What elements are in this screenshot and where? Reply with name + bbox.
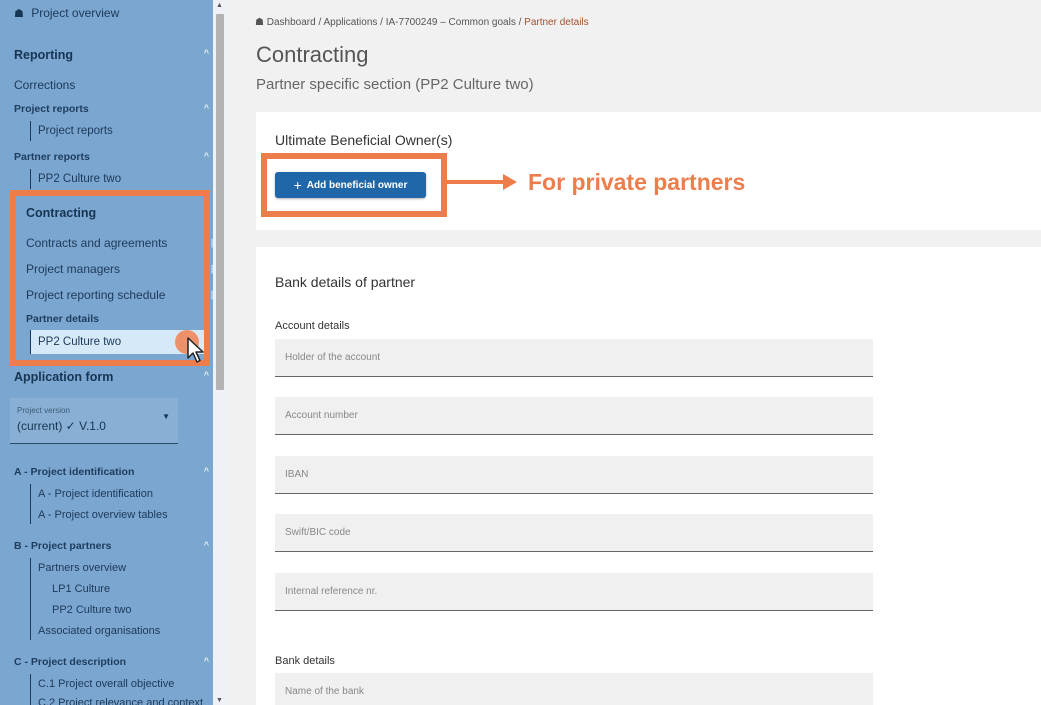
- tree-indent-line: [30, 484, 31, 524]
- bank-details-card: Bank details of partner Account details …: [256, 247, 1041, 705]
- sidebar-item-associated-orgs[interactable]: Associated organisations: [38, 625, 227, 637]
- breadcrumb-current: Partner details: [524, 17, 589, 28]
- chevron-up-icon: ^: [203, 656, 209, 666]
- chevron-up-icon: ^: [203, 370, 209, 380]
- highlight-add-button: [261, 153, 447, 217]
- annotation-arrow: [447, 180, 507, 184]
- project-version-select[interactable]: Project version (current) ✓ V.1.0 ▼: [10, 398, 178, 444]
- breadcrumb-project[interactable]: IA-7700249 – Common goals: [386, 17, 516, 28]
- sidebar-group-project-reports[interactable]: Project reports ^: [14, 103, 227, 115]
- sidebar-section-b[interactable]: B - Project partners ^: [14, 540, 227, 552]
- sidebar-item-project-overview[interactable]: ☗ Project overview: [14, 6, 227, 20]
- chevron-up-icon: ^: [203, 466, 209, 476]
- sidebar-scrollbar[interactable]: ▲ ▼: [213, 0, 227, 705]
- sidebar-item-partner-report-pp2[interactable]: PP2 Culture two: [38, 173, 227, 185]
- internal-reference-field[interactable]: Internal reference nr.: [275, 573, 873, 611]
- page-title: Contracting: [256, 42, 369, 67]
- sidebar-section-c[interactable]: C - Project description ^: [14, 656, 227, 668]
- sidebar-item-c1[interactable]: C.1 Project overall objective: [38, 678, 227, 690]
- sidebar-item-a-identification[interactable]: A - Project identification: [38, 488, 227, 500]
- holder-field[interactable]: Holder of the account: [275, 339, 873, 377]
- annotation-text: For private partners: [528, 169, 746, 195]
- sidebar-section-application-form[interactable]: Application form ^: [14, 370, 227, 384]
- sidebar-item-partners-overview[interactable]: Partners overview: [38, 562, 227, 574]
- tree-indent-line: [30, 558, 31, 640]
- account-details-label: Account details: [275, 320, 350, 332]
- tree-indent-line: [30, 674, 31, 705]
- sidebar-item-project-reports[interactable]: Project reports: [38, 125, 227, 137]
- bank-title: Bank details of partner: [275, 274, 416, 290]
- sidebar-section-reporting[interactable]: Reporting ^: [14, 48, 227, 62]
- bank-name-field[interactable]: Name of the bank: [275, 673, 873, 705]
- scrollbar-thumb[interactable]: [216, 14, 224, 390]
- page-subtitle: Partner specific section (PP2 Culture tw…: [256, 76, 534, 93]
- chevron-up-icon: ^: [203, 151, 209, 161]
- sidebar-section-a[interactable]: A - Project identification ^: [14, 466, 227, 478]
- chevron-up-icon: ^: [203, 48, 209, 58]
- chevron-up-icon: ^: [203, 540, 209, 550]
- sidebar-item-lp1-culture[interactable]: LP1 Culture: [52, 583, 227, 595]
- home-icon: ☗: [14, 8, 24, 20]
- sidebar-item-c2[interactable]: C.2 Project relevance and context: [38, 697, 227, 705]
- swift-field[interactable]: Swift/BIC code: [275, 514, 873, 552]
- bank-details-label: Bank details: [275, 655, 335, 667]
- breadcrumb-applications[interactable]: Applications: [323, 17, 377, 28]
- tree-indent-line: [30, 121, 31, 141]
- breadcrumb: ☗ Dashboard / Applications / IA-7700249 …: [255, 17, 589, 28]
- mouse-pointer-icon: [187, 337, 204, 363]
- sidebar-item-a-overview-tables[interactable]: A - Project overview tables: [38, 509, 227, 521]
- iban-field[interactable]: IBAN: [275, 456, 873, 494]
- scroll-up-icon[interactable]: ▲: [216, 2, 223, 10]
- caret-down-icon: ▼: [162, 412, 170, 421]
- breadcrumb-dashboard[interactable]: Dashboard: [267, 17, 316, 28]
- ubo-title: Ultimate Beneficial Owner(s): [275, 132, 453, 148]
- sidebar-group-partner-reports[interactable]: Partner reports ^: [14, 151, 227, 163]
- account-number-field[interactable]: Account number: [275, 397, 873, 435]
- main-content: ☗ Dashboard / Applications / IA-7700249 …: [227, 0, 1041, 705]
- scroll-down-icon[interactable]: ▼: [216, 697, 223, 705]
- tree-indent-line: [30, 169, 31, 189]
- home-icon[interactable]: ☗: [255, 17, 264, 28]
- sidebar-item-corrections[interactable]: Corrections: [14, 78, 227, 92]
- sidebar-item-pp2-culture-two[interactable]: PP2 Culture two: [52, 604, 227, 616]
- chevron-up-icon: ^: [203, 103, 209, 113]
- annotation-arrow-head: [503, 174, 517, 190]
